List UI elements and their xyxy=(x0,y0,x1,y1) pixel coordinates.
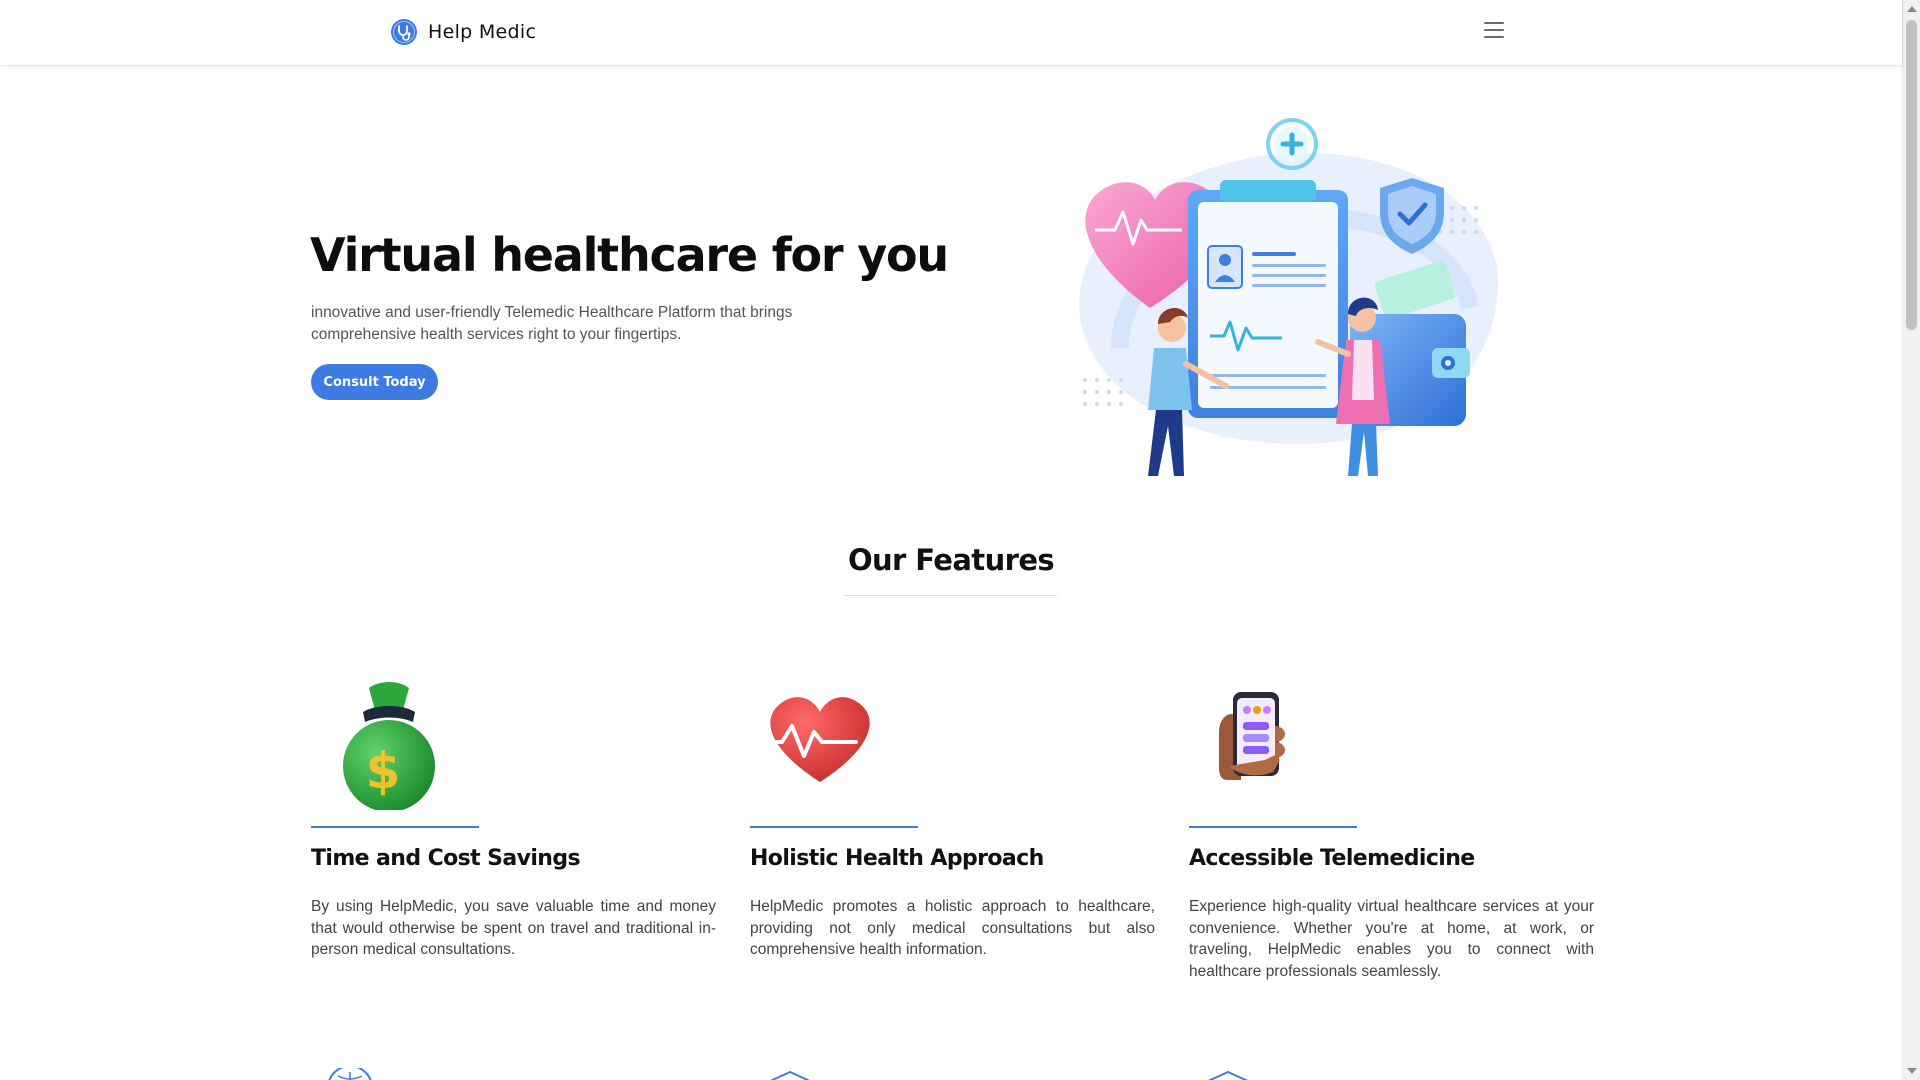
scrollbar-thumb[interactable] xyxy=(1906,20,1917,330)
feature-card: Accessible Telemedicine Experience high-… xyxy=(1189,670,1594,980)
feature-accent-bar xyxy=(311,826,479,828)
hamburger-menu-icon[interactable] xyxy=(1484,22,1504,40)
brand-name: Help Medic xyxy=(428,21,537,43)
features-title: Our Features xyxy=(847,543,1055,577)
svg-text:$: $ xyxy=(366,742,401,800)
medical-clipboard-doctors-illustration xyxy=(1079,118,1498,476)
shield-outline-icon xyxy=(769,1070,811,1080)
scroll-down-arrow-icon[interactable] xyxy=(1907,1068,1917,1074)
stethoscope-logo-icon xyxy=(391,19,417,45)
feature-description: Experience high-quality virtual healthca… xyxy=(1189,898,1594,980)
vertical-scrollbar[interactable] xyxy=(1902,0,1920,1080)
features-divider xyxy=(845,595,1057,596)
navbar: Help Medic xyxy=(0,0,1902,65)
hero-title: Virtual healthcare for you xyxy=(310,228,949,282)
brand-link[interactable]: Help Medic xyxy=(390,18,536,46)
feature-card: $ Time and Cost Savings By using HelpMed… xyxy=(311,670,716,958)
feature-description: By using HelpMedic, you save valuable ti… xyxy=(311,898,716,958)
feature-accent-bar xyxy=(750,826,918,828)
feature-title: Time and Cost Savings xyxy=(311,846,581,871)
feature-card: Holistic Health Approach HelpMedic promo… xyxy=(750,670,1155,958)
scroll-up-arrow-icon[interactable] xyxy=(1907,6,1917,12)
consult-today-button[interactable]: Consult Today xyxy=(311,364,438,400)
feature-accent-bar xyxy=(1189,826,1357,828)
shield-outline-icon xyxy=(1207,1070,1249,1080)
heart-pulse-icon xyxy=(756,697,870,782)
globe-icon xyxy=(328,1068,372,1080)
hero-description: innovative and user-friendly Telemedic H… xyxy=(311,304,793,343)
feature-title: Accessible Telemedicine xyxy=(1189,846,1475,871)
phone-in-hand-icon xyxy=(1219,692,1285,780)
feature-title: Holistic Health Approach xyxy=(750,846,1044,871)
feature-description: HelpMedic promotes a holistic approach t… xyxy=(750,898,1155,958)
money-bag-icon: $ xyxy=(343,682,435,812)
